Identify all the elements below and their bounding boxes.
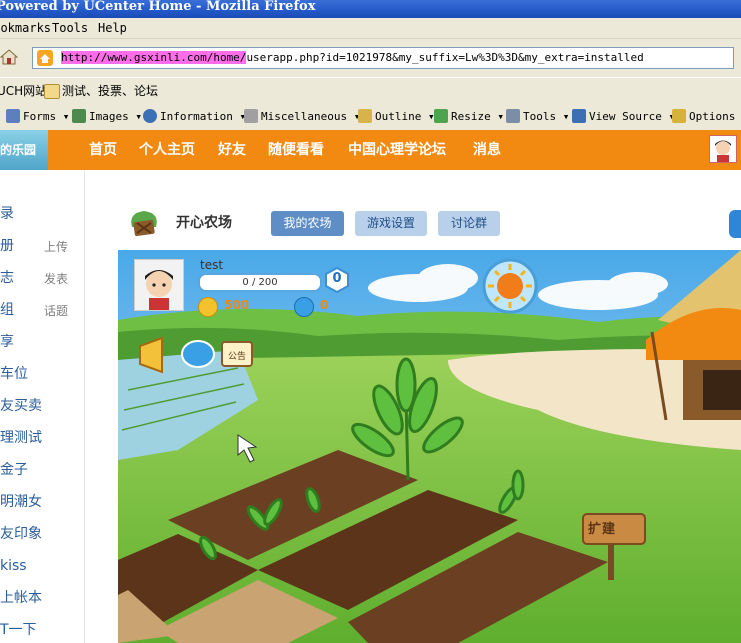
menu-tools[interactable]: Tools <box>52 18 88 38</box>
side-panel-handle[interactable] <box>729 210 741 238</box>
menu-bar: Bookmarks Tools Help <box>0 18 741 39</box>
notice-board-label[interactable]: 公告 <box>228 349 246 362</box>
coin-count: 500 <box>224 298 250 312</box>
gem-icon <box>294 297 314 317</box>
user-avatar[interactable] <box>709 135 737 163</box>
address-field[interactable]: http://www.gsxinli.com/home/userapp.php?… <box>32 47 734 69</box>
expand-sign-label[interactable]: 扩建 <box>588 518 616 537</box>
site-logo[interactable]: 我的乐园 <box>0 130 48 170</box>
farm-title: 开心农场 <box>176 215 232 231</box>
sidebar-item[interactable]: 明潮女 <box>0 493 42 511</box>
sidebar-item[interactable]: 享 <box>0 333 14 351</box>
tab-discussion-group[interactable]: 讨论群 <box>438 211 500 236</box>
pencil-icon <box>358 109 372 123</box>
dev-misc-menu[interactable]: Miscellaneous ▾ <box>244 104 360 130</box>
view-source-icon <box>572 109 586 123</box>
gem-count: 0 <box>320 298 329 312</box>
sidebar-item[interactable]: 车位 <box>0 365 28 383</box>
site-logo-text: 我的乐园 <box>0 143 37 157</box>
resize-icon <box>434 109 448 123</box>
dev-images-label: Images <box>89 110 129 123</box>
sidebar-upload-link[interactable]: 上传 <box>44 239 68 255</box>
window-title: Powered by UCenter Home - Mozilla Firefo… <box>0 0 316 14</box>
speech-bubble <box>181 340 215 368</box>
dev-tools-menu[interactable]: Tools ▾ <box>506 104 569 130</box>
sidebar-post-link[interactable]: 发表 <box>44 271 68 287</box>
sidebar-topic-link[interactable]: 话题 <box>44 303 68 319</box>
nav-friends[interactable]: 好友 <box>218 141 246 159</box>
level-value: 0 <box>332 271 342 286</box>
address-url-rest: userapp.php?id=1021978&my_suffix=Lw%3D%3… <box>246 51 644 64</box>
menu-bookmarks[interactable]: Bookmarks <box>0 18 51 38</box>
dev-forms-label: Forms <box>23 110 57 123</box>
dev-resize-label: Resize <box>451 110 491 123</box>
dev-outline-label: Outline <box>375 110 422 123</box>
dev-images-menu[interactable]: Images ▾ <box>72 104 142 130</box>
sidebar-item[interactable]: T一下 <box>0 621 37 639</box>
weather-sun-icon[interactable] <box>482 258 538 314</box>
dev-forms-menu[interactable]: Forms ▾ <box>6 104 69 130</box>
bookmarks-toolbar: UCH网站 测试、投票、论坛 <box>0 77 741 105</box>
nav-browse[interactable]: 随便看看 <box>268 141 324 159</box>
dev-information-menu[interactable]: Information ▾ <box>143 104 246 130</box>
dev-information-label: Information <box>160 110 233 123</box>
coin-icon <box>198 297 218 317</box>
dev-options-label: Options <box>689 110 736 123</box>
bookmark-tests[interactable]: 测试、投票、论坛 <box>62 78 158 104</box>
experience-bar: 0 / 200 <box>198 273 322 292</box>
sidebar-item[interactable]: 志 <box>0 269 14 287</box>
nav-forum[interactable]: 中国心理学论坛 <box>348 141 446 159</box>
dev-view-source-label: View Source <box>589 110 662 123</box>
tab-game-settings[interactable]: 游戏设置 <box>355 211 427 236</box>
dev-outline-menu[interactable]: Outline ▾ <box>358 104 435 130</box>
experience-text: 0 / 200 <box>242 277 278 288</box>
dev-resize-menu[interactable]: Resize ▾ <box>434 104 504 130</box>
sidebar-item[interactable]: 友印象 <box>0 525 42 543</box>
address-url-highlight: http://www.gsxinli.com/home/ <box>61 51 247 64</box>
bookmark-uch-label: UCH网站 <box>0 84 48 98</box>
bookmark-tests-label: 测试、投票、论坛 <box>62 84 159 98</box>
address-url: http://www.gsxinli.com/home/userapp.php?… <box>61 50 644 66</box>
sidebar-item[interactable]: 录 <box>0 205 14 223</box>
player-avatar[interactable] <box>134 259 184 311</box>
dev-tools-label: Tools <box>523 110 557 123</box>
sidebar-item[interactable]: 上帐本 <box>0 589 42 607</box>
forms-icon <box>6 109 20 123</box>
web-developer-toolbar: Forms ▾ Images ▾ Information ▾ Miscellan… <box>0 104 741 131</box>
nav-messages[interactable]: 消息 <box>473 141 501 159</box>
images-icon <box>72 109 86 123</box>
key-icon <box>672 109 686 123</box>
nav-profile[interactable]: 个人主页 <box>139 141 195 159</box>
cube-icon <box>244 109 258 123</box>
sidebar-item[interactable]: 友买卖 <box>0 397 42 415</box>
sidebar-item[interactable]: 册 <box>0 237 14 255</box>
farm-app-icon <box>126 205 162 241</box>
wrench-icon <box>506 109 520 123</box>
site-favicon-icon <box>37 50 53 66</box>
tab-my-farm[interactable]: 我的农场 <box>271 211 344 236</box>
navigation-toolbar: http://www.gsxinli.com/home/userapp.php?… <box>0 39 741 77</box>
sidebar-item[interactable]: 理测试 <box>0 429 42 447</box>
sidebar-item[interactable]: 金子 <box>0 461 28 479</box>
sidebar-item[interactable]: kiss <box>0 557 27 575</box>
player-name: test <box>200 258 224 272</box>
info-icon <box>143 109 157 123</box>
window-title-bar: Powered by UCenter Home - Mozilla Firefo… <box>0 0 741 18</box>
menu-help[interactable]: Help <box>98 18 127 38</box>
home-icon[interactable] <box>0 47 19 67</box>
sidebar-item[interactable]: 组 <box>0 301 14 319</box>
dev-options-menu[interactable]: Options ▾ <box>672 104 741 130</box>
level-badge: 0 <box>324 266 350 294</box>
bookmark-uch[interactable]: UCH网站 <box>0 78 47 104</box>
nav-home[interactable]: 首页 <box>89 141 117 159</box>
dev-misc-label: Miscellaneous <box>261 110 348 123</box>
folder-icon <box>44 84 60 99</box>
dev-view-source-menu[interactable]: View Source ▾ <box>572 104 675 130</box>
